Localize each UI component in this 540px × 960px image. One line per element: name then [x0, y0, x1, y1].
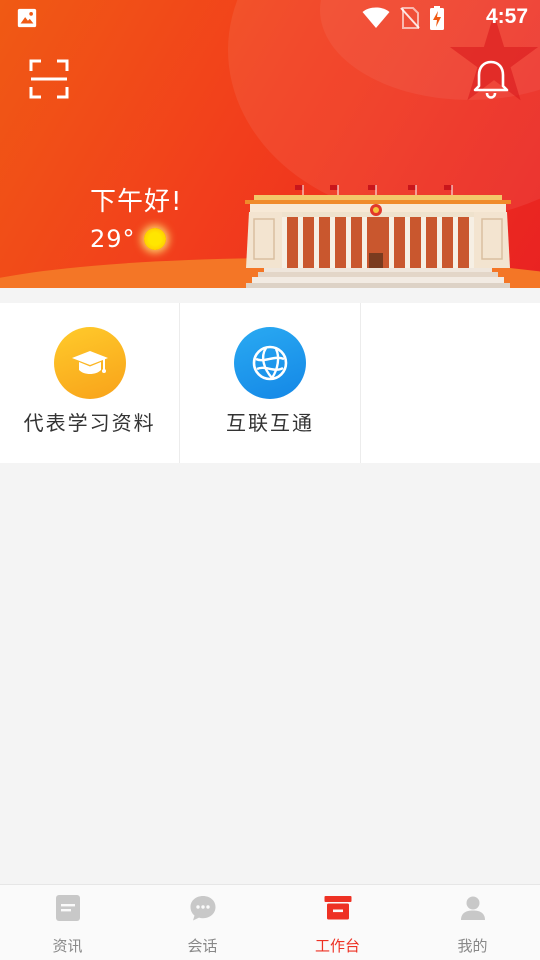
workbench-icon: [324, 896, 351, 920]
great-hall-illustration: [245, 185, 511, 288]
tab-chat[interactable]: 会话: [135, 885, 270, 960]
bell-icon[interactable]: [472, 59, 510, 99]
temperature-text: 29°: [90, 225, 136, 253]
header-banner: 4:57 下午好! 29°: [0, 0, 540, 288]
tool-label: 代表学习资料: [23, 411, 156, 435]
tool-label: 互联互通: [225, 411, 314, 435]
tool-interconnect[interactable]: 互联互通: [180, 303, 360, 463]
news-icon: [55, 895, 80, 921]
bottom-tab-bar: 资讯 会话 工作台 我的: [0, 884, 540, 960]
graduation-cap-icon: [71, 351, 108, 374]
wifi-icon: [362, 7, 390, 28]
scan-icon[interactable]: [29, 59, 69, 99]
tool-grid: 代表学习资料 互联互通: [0, 303, 540, 463]
status-time: 4:57: [485, 5, 528, 28]
tab-me[interactable]: 我的: [405, 885, 540, 960]
sun-icon: [143, 228, 166, 250]
study-materials-icon-badge: [53, 327, 126, 399]
tab-label: 工作台: [314, 937, 360, 955]
user-icon: [460, 896, 485, 920]
tab-label: 我的: [457, 937, 488, 955]
no-sim-icon: [400, 7, 420, 29]
tab-label: 资讯: [52, 937, 83, 955]
gallery-icon: [17, 8, 37, 28]
tab-news[interactable]: 资讯: [0, 885, 135, 960]
weather-row: 29°: [90, 225, 166, 253]
chat-icon: [190, 896, 215, 921]
globe-network-icon: [252, 345, 288, 381]
interconnect-icon-badge: [233, 327, 306, 399]
tool-study-materials[interactable]: 代表学习资料: [0, 303, 180, 463]
status-bar: 4:57: [0, 0, 540, 36]
greeting-text: 下午好!: [90, 187, 183, 217]
tab-workbench[interactable]: 工作台: [270, 885, 405, 960]
tool-empty-slot: [360, 303, 540, 463]
battery-charging-icon: [430, 6, 444, 30]
tab-label: 会话: [187, 937, 218, 955]
